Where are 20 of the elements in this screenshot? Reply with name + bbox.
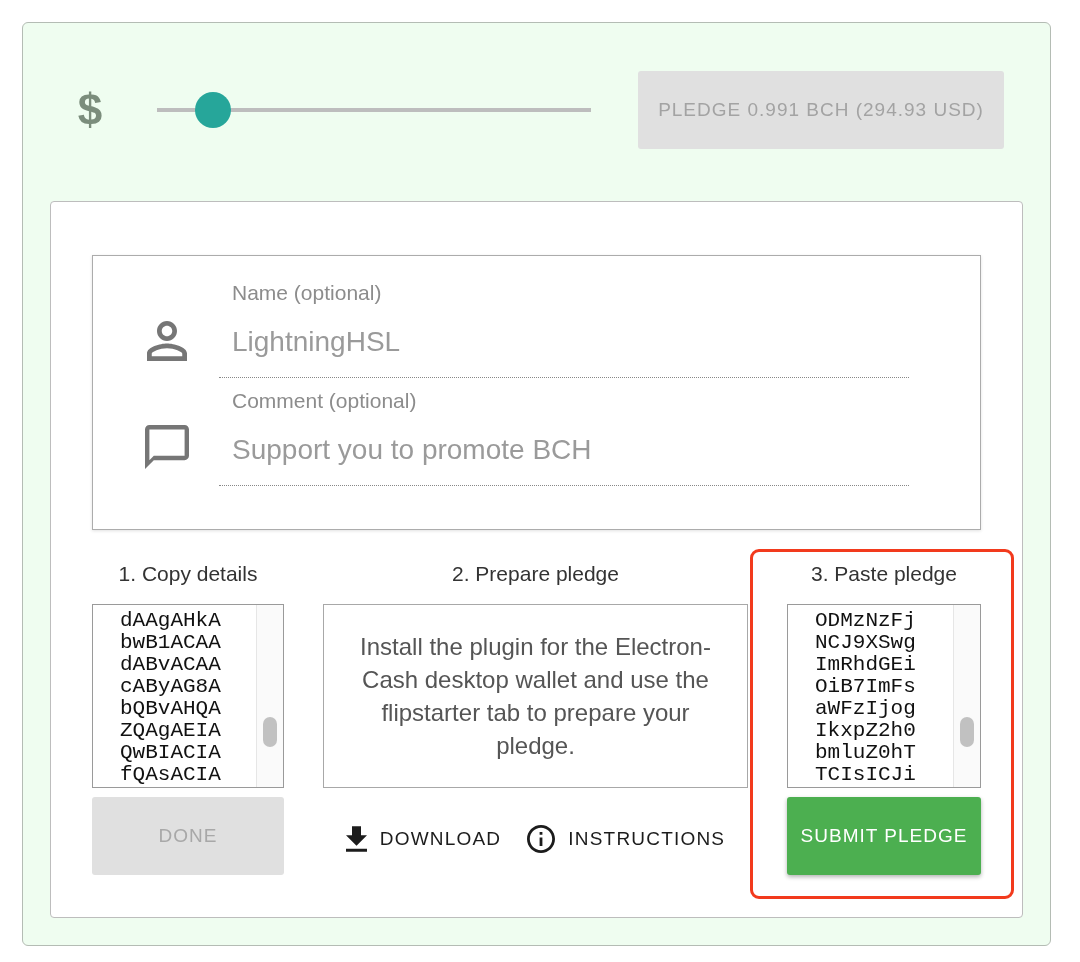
scrollbar[interactable] xyxy=(256,605,283,787)
slider-thumb[interactable] xyxy=(195,92,232,128)
slider[interactable] xyxy=(157,92,591,128)
download-icon xyxy=(345,826,367,852)
person-icon xyxy=(147,321,187,361)
comment-field[interactable]: Comment (optional) Support you to promote BCH xyxy=(219,389,909,486)
details-text-area[interactable]: dAAgAHkA bwB1ACAA dABvACAA cAByAG8A bQBvAHQA ZQAgAEIA QwBIACIA fQAsACIA xyxy=(92,604,284,788)
info-text-box: Install the plugin for the Electron-Cash desktop wallet and use the flipstarter tab to prepare your pledge. xyxy=(323,604,748,788)
step-title: 1. Copy details xyxy=(117,563,259,585)
step-title: 3. Paste pledge xyxy=(810,563,958,585)
name-field[interactable]: Name (optional) LightningHSL xyxy=(219,281,909,378)
submit-pledge-button[interactable]: SUBMIT PLEDGE xyxy=(787,797,981,875)
info-icon xyxy=(527,825,556,853)
step-title: 2. Prepare pledge xyxy=(451,563,620,585)
scrollbar[interactable] xyxy=(953,605,980,787)
download-button[interactable]: DOWNLOAD xyxy=(345,824,502,854)
currency-symbol: $ xyxy=(76,88,104,132)
chat-bubble-icon xyxy=(145,425,189,469)
instructions-button[interactable]: INSTRUCTIONS xyxy=(527,824,726,854)
pledge-text-area[interactable]: ODMzNzFj NCJ9XSwg ImRhdGEi OiB7ImFs aWFzIjog IkxpZ2h0 bmluZ0hT TCIsICJi xyxy=(787,604,981,788)
